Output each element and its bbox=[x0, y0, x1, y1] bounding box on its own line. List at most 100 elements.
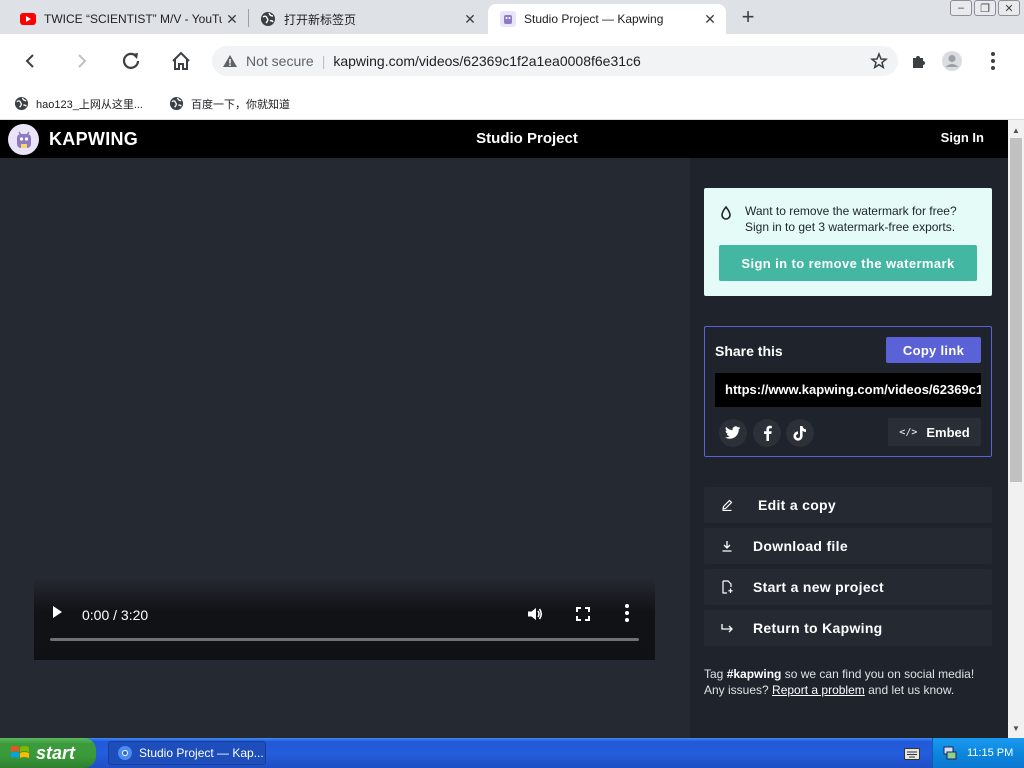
browser-tab-strip: TWICE “SCIENTIST” M/V - YouTube ✕ 打开新标签页… bbox=[0, 0, 1024, 34]
tiktok-share-button[interactable] bbox=[786, 419, 814, 447]
reload-icon bbox=[122, 52, 140, 69]
start-label: start bbox=[36, 742, 76, 763]
keyboard-icon[interactable] bbox=[904, 747, 920, 765]
sign-in-link[interactable]: Sign In bbox=[941, 130, 984, 145]
taskbar-item-chrome[interactable]: Studio Project — Kap... bbox=[108, 741, 266, 765]
youtube-icon bbox=[20, 11, 36, 27]
scroll-up-arrow[interactable]: ▲ bbox=[1008, 122, 1024, 138]
watermark-line-2: Sign in to get 3 watermark-free exports. bbox=[745, 220, 956, 234]
bookmark-label: hao123_上网从这里... bbox=[36, 98, 143, 111]
address-divider: | bbox=[321, 53, 326, 69]
start-new-project-button[interactable]: Start a new project bbox=[704, 569, 992, 605]
footer-prefix: Tag bbox=[704, 667, 727, 681]
video-options-button[interactable] bbox=[624, 603, 630, 628]
globe-icon bbox=[14, 96, 29, 111]
kapwing-favicon bbox=[500, 11, 516, 27]
taskbar: start Studio Project — Kap... 11:15 PM bbox=[0, 738, 1024, 768]
copy-link-button[interactable]: Copy link bbox=[886, 337, 981, 363]
browser-toolbar: Not secure | kapwing.com/videos/62369c1f… bbox=[0, 34, 1024, 88]
minimize-button[interactable]: – bbox=[950, 0, 972, 16]
reload-button[interactable] bbox=[116, 46, 146, 76]
volume-button[interactable] bbox=[526, 605, 544, 628]
scroll-down-arrow[interactable]: ▼ bbox=[1008, 720, 1024, 736]
video-player[interactable]: 0:00 / 3:20 bbox=[0, 158, 690, 738]
edit-copy-button[interactable]: Edit a copy bbox=[704, 487, 992, 523]
return-to-kapwing-button[interactable]: Return to Kapwing bbox=[704, 610, 992, 646]
share-url-field[interactable]: https://www.kapwing.com/videos/62369c1f2… bbox=[715, 373, 981, 407]
embed-button[interactable]: </> Embed bbox=[888, 418, 981, 446]
globe-icon bbox=[169, 96, 184, 111]
puzzle-icon bbox=[913, 56, 925, 68]
page-title: Studio Project bbox=[476, 130, 578, 147]
back-button[interactable] bbox=[16, 46, 46, 76]
action-label: Edit a copy bbox=[758, 497, 836, 513]
watermark-message: Want to remove the watermark for free? S… bbox=[745, 203, 957, 235]
kapwing-header: KAPWING Studio Project Sign In bbox=[0, 120, 1008, 158]
embed-label: Embed bbox=[926, 424, 970, 440]
clock[interactable]: 11:15 PM bbox=[967, 747, 1013, 759]
tab-title: Studio Project — Kapwing bbox=[524, 12, 664, 26]
tab-title: TWICE “SCIENTIST” M/V - YouTube bbox=[44, 12, 222, 26]
new-tab-button[interactable]: + bbox=[736, 4, 760, 29]
arrow-left-icon bbox=[25, 54, 34, 68]
close-tab-icon[interactable]: ✕ bbox=[222, 9, 242, 29]
url-text[interactable]: kapwing.com/videos/62369c1f2a1ea0008f6e3… bbox=[333, 53, 640, 69]
bookmark-hao123[interactable]: hao123_上网从这里... bbox=[14, 96, 143, 112]
address-bar[interactable]: Not secure | kapwing.com/videos/62369c1f… bbox=[212, 46, 898, 76]
fullscreen-icon bbox=[576, 607, 590, 621]
avatar-icon bbox=[942, 51, 962, 71]
twitter-share-button[interactable] bbox=[719, 419, 747, 447]
hashtag: #kapwing bbox=[726, 667, 782, 681]
volume-icon bbox=[528, 608, 543, 620]
download-file-button[interactable]: Download file bbox=[704, 528, 992, 564]
action-label: Download file bbox=[753, 538, 848, 554]
play-button[interactable] bbox=[50, 604, 66, 622]
facebook-share-button[interactable] bbox=[753, 419, 781, 447]
chrome-icon bbox=[117, 745, 133, 761]
droplet-icon bbox=[720, 205, 732, 225]
maximize-button[interactable]: ❐ bbox=[974, 0, 996, 16]
close-tab-icon[interactable]: ✕ bbox=[460, 9, 480, 29]
new-file-icon bbox=[719, 580, 735, 594]
fullscreen-button[interactable] bbox=[574, 605, 592, 628]
remove-watermark-button[interactable]: Sign in to remove the watermark bbox=[719, 245, 977, 281]
extensions-button[interactable] bbox=[904, 46, 934, 76]
video-time: 0:00 / 3:20 bbox=[82, 607, 149, 623]
network-icon[interactable] bbox=[943, 746, 957, 760]
close-tab-icon[interactable]: ✕ bbox=[700, 9, 720, 29]
browser-menu-button[interactable] bbox=[978, 46, 1008, 76]
warning-icon[interactable] bbox=[222, 54, 240, 68]
footer-suffix: and let us know. bbox=[864, 683, 955, 697]
tab-kapwing[interactable]: Studio Project — Kapwing ✕ bbox=[488, 4, 726, 34]
action-label: Return to Kapwing bbox=[753, 620, 883, 636]
action-label: Start a new project bbox=[753, 579, 884, 595]
page-scrollbar[interactable]: ▲ ▼ bbox=[1008, 120, 1024, 738]
tab-new-tab-page[interactable]: 打开新标签页 ✕ bbox=[248, 4, 486, 34]
scrollbar-thumb[interactable] bbox=[1010, 138, 1022, 482]
facebook-icon bbox=[763, 425, 772, 441]
bookmark-star-icon[interactable] bbox=[870, 51, 888, 73]
forward-button[interactable] bbox=[66, 46, 96, 76]
tab-title: 打开新标签页 bbox=[284, 12, 357, 27]
share-panel: Share this Copy link https://www.kapwing… bbox=[704, 326, 992, 457]
security-label[interactable]: Not secure bbox=[246, 53, 314, 69]
window-controls: – ❐ ✕ bbox=[950, 0, 1020, 16]
bookmark-baidu[interactable]: 百度一下，你就知道 bbox=[169, 96, 290, 112]
bookmark-label: 百度一下，你就知道 bbox=[191, 98, 290, 111]
home-button[interactable] bbox=[166, 46, 196, 76]
windows-logo-icon bbox=[10, 744, 30, 762]
tiktok-icon bbox=[793, 426, 806, 441]
start-button[interactable]: start bbox=[0, 738, 96, 768]
system-tray: 11:15 PM bbox=[932, 738, 1024, 768]
globe-icon bbox=[260, 11, 276, 27]
twitter-icon bbox=[725, 426, 741, 439]
profile-button[interactable] bbox=[937, 46, 967, 76]
download-icon bbox=[719, 540, 735, 552]
kapwing-page: KAPWING Studio Project Sign In 0:00 / 3:… bbox=[0, 120, 1008, 738]
video-progress-bar[interactable] bbox=[50, 638, 639, 641]
home-icon bbox=[172, 51, 190, 70]
return-arrow-icon bbox=[719, 622, 735, 634]
tab-youtube[interactable]: TWICE “SCIENTIST” M/V - YouTube ✕ bbox=[8, 4, 248, 34]
report-problem-link[interactable]: Report a problem bbox=[772, 683, 865, 697]
close-window-button[interactable]: ✕ bbox=[998, 0, 1020, 16]
